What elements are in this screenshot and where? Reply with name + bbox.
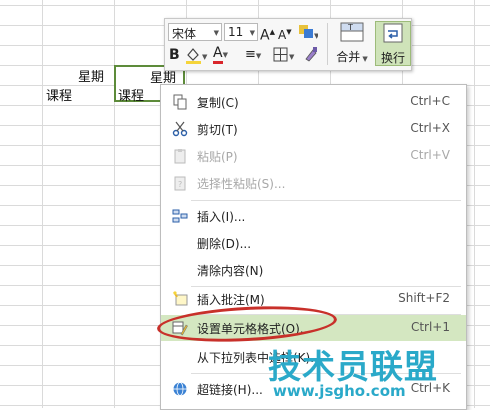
- fill-color-icon[interactable]: ▼: [185, 45, 209, 71]
- svg-text:?: ?: [178, 180, 182, 189]
- menu-item-insert-comment[interactable]: 插入批注(M) Shift+F2: [161, 286, 466, 312]
- cell-b-bottom-text: 课程: [118, 89, 145, 104]
- svg-text:▼: ▼: [314, 32, 318, 40]
- font-name-select[interactable]: 宋体 ▼: [168, 23, 222, 41]
- font-name-value: 宋体: [172, 27, 197, 41]
- cell-style-icon[interactable]: ▼: [298, 22, 320, 46]
- hyperlink-icon: [173, 382, 187, 396]
- insert-icon: [172, 209, 188, 223]
- svg-text:▼: ▼: [202, 53, 208, 61]
- merge-icon: T: [340, 22, 364, 42]
- scissors-icon: [172, 121, 188, 137]
- format-painter-icon[interactable]: [302, 45, 320, 71]
- font-color-icon[interactable]: A▼: [213, 45, 228, 64]
- menu-item-insert[interactable]: 插入(I)...: [161, 203, 466, 229]
- shrink-font-icon[interactable]: A▼: [278, 23, 292, 44]
- borders-icon[interactable]: ▼: [272, 45, 296, 71]
- merge-button[interactable]: T 合并 ▼: [334, 21, 370, 66]
- wrap-text-icon: [383, 23, 403, 43]
- cell-a-bottom-text: 课程: [46, 89, 73, 104]
- menu-item-copy[interactable]: 复制(C) Ctrl+C: [161, 89, 466, 115]
- grow-font-icon[interactable]: A▲: [260, 23, 275, 45]
- chevron-down-icon: ▼: [249, 29, 255, 37]
- font-size-value: 11: [228, 25, 244, 39]
- watermark-brand: 技术员联盟: [268, 347, 438, 386]
- watermark-url: www.jsgho.com: [273, 382, 406, 400]
- menu-separator: [191, 200, 461, 201]
- menu-item-clear-contents[interactable]: 清除内容(N): [161, 257, 466, 283]
- bold-button[interactable]: B: [169, 46, 180, 64]
- menu-item-paste-special[interactable]: ? 选择性粘贴(S)...: [161, 170, 466, 196]
- wrap-label: 换行: [380, 51, 405, 65]
- font-size-select[interactable]: 11 ▼: [224, 23, 258, 41]
- svg-text:▼: ▼: [289, 53, 295, 61]
- toolbar-divider: [327, 23, 328, 65]
- cell-a-top-text: 星期: [78, 70, 105, 85]
- copy-icon: [173, 94, 187, 110]
- menu-item-delete[interactable]: 删除(D)...: [161, 230, 466, 256]
- align-icon[interactable]: ≡▼: [245, 46, 261, 65]
- menu-item-cut[interactable]: 剪切(T) Ctrl+X: [161, 116, 466, 142]
- menu-item-paste[interactable]: 粘贴(P) Ctrl+V: [161, 143, 466, 169]
- merge-label: 合并: [336, 50, 361, 64]
- paste-special-icon: ?: [174, 176, 186, 191]
- paste-icon: [174, 149, 186, 164]
- svg-text:T: T: [347, 23, 353, 32]
- chevron-down-icon: ▼: [213, 29, 219, 37]
- wrap-text-button[interactable]: 换行: [375, 21, 411, 66]
- comment-icon: [173, 291, 188, 306]
- mini-toolbar: 宋体 ▼ 11 ▼ A▲ A▼ ▼ B ▼ A▼ ≡▼ ▼ T 合并 ▼ 换行: [164, 18, 412, 71]
